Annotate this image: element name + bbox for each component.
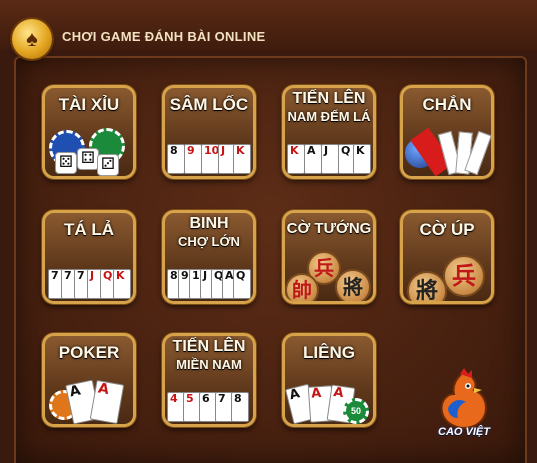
game-label: CỜ ÚP bbox=[419, 220, 475, 239]
game-tile-sam-loc[interactable]: SÂM LỐC 8 9 10 J K bbox=[162, 85, 256, 179]
lieng-cards-icon: A A A 50 bbox=[285, 376, 373, 424]
playing-cards-icon: 4 5 6 7 8 bbox=[165, 376, 253, 424]
game-tile-tien-len-nam-dem-la[interactable]: TIẾN LÊN NAM ĐẾM LÁ K A J Q K bbox=[282, 85, 376, 179]
playing-cards-icon: K A J Q K bbox=[285, 128, 373, 176]
playing-cards-icon: 8 9 10 J K bbox=[165, 128, 253, 176]
game-tile-co-tuong[interactable]: CỜ TƯỚNG 兵 帥 將 bbox=[282, 210, 376, 304]
game-label: CHẮN bbox=[422, 95, 472, 114]
page-title: CHƠI GAME ĐÁNH BÀI ONLINE bbox=[62, 29, 266, 44]
brand-name: CAO VIỆT bbox=[438, 426, 490, 438]
game-tile-ta-la[interactable]: TÁ LẢ 7 7 7 J Q K bbox=[42, 210, 136, 304]
game-label: LIÊNG bbox=[303, 343, 355, 362]
xiangqi-pieces-icon: 兵 將 bbox=[403, 253, 491, 301]
game-label: TÀI XỈU bbox=[58, 95, 120, 114]
game-sublabel: CHỢ LỚN bbox=[178, 234, 240, 249]
dice-chips-icon: ⚄ ⚃ ⚂ bbox=[45, 128, 133, 176]
playing-cards-icon: 7 7 7 J Q K bbox=[45, 253, 133, 301]
game-tile-lieng[interactable]: LIÊNG A A A 50 bbox=[282, 333, 376, 427]
xiangqi-pieces-icon: 兵 帥 將 bbox=[285, 251, 373, 301]
playing-cards-icon: 8 9 10 J Q A Q bbox=[165, 253, 253, 301]
game-tile-binh-cho-lon[interactable]: BINH CHỢ LỚN 8 9 10 J Q A Q bbox=[162, 210, 256, 304]
game-sublabel: NAM ĐẾM LÁ bbox=[287, 109, 371, 124]
poker-cards-icon: A A bbox=[45, 376, 133, 424]
game-tile-tien-len-mien-nam[interactable]: TIẾN LÊN MIỀN NAM 4 5 6 7 8 bbox=[162, 333, 256, 427]
game-sublabel: MIỀN NAM bbox=[176, 357, 242, 372]
game-label: POKER bbox=[58, 343, 120, 362]
game-label: TIẾN LÊN bbox=[172, 338, 246, 355]
game-label: SÂM LỐC bbox=[169, 95, 249, 114]
game-tile-tai-xiu[interactable]: TÀI XỈU ⚄ ⚃ ⚂ bbox=[42, 85, 136, 179]
game-tile-poker[interactable]: POKER A A bbox=[42, 333, 136, 427]
chan-cards-icon bbox=[403, 127, 491, 176]
game-label: BINH bbox=[189, 215, 229, 232]
game-tile-chan[interactable]: CHẮN bbox=[400, 85, 494, 179]
game-label: CỜ TƯỚNG bbox=[286, 220, 372, 237]
spade-coin-icon: ♠ bbox=[12, 19, 52, 59]
game-label: TÁ LẢ bbox=[63, 220, 115, 239]
game-tile-co-up[interactable]: CỜ ÚP 兵 將 bbox=[400, 210, 494, 304]
game-label: TIẾN LÊN bbox=[292, 90, 366, 107]
